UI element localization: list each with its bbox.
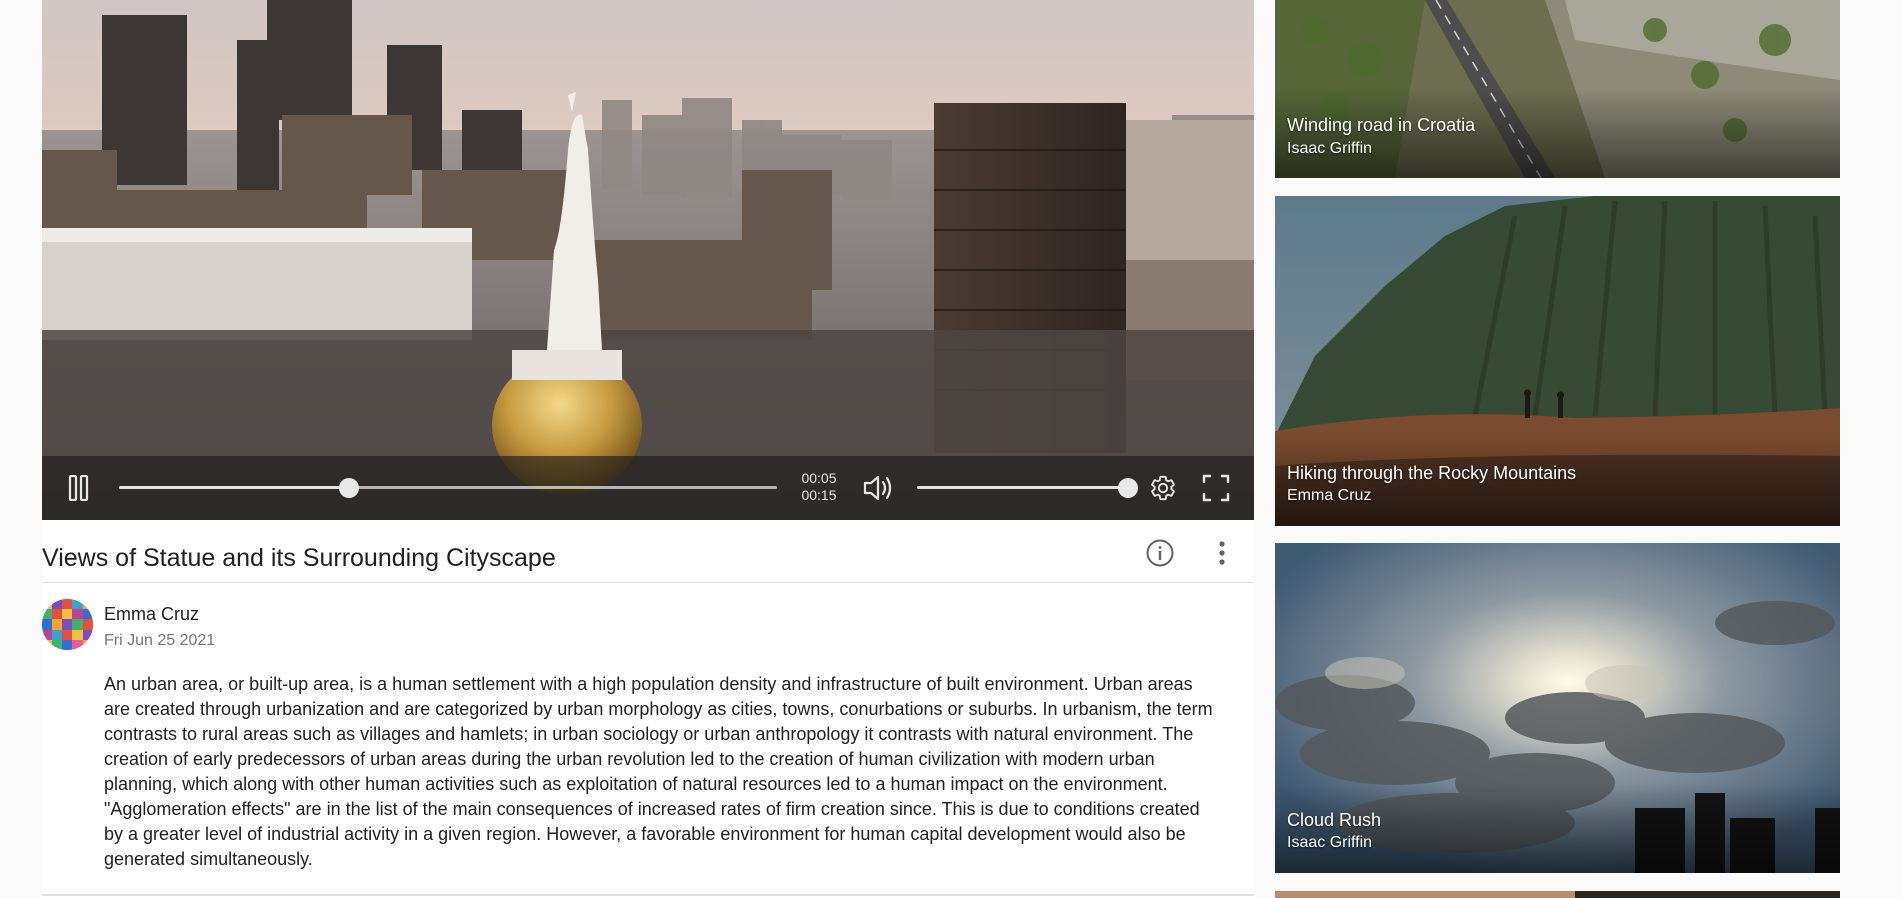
page: 00:05 00:15 Views of Statue and its Surr… [0,0,1901,898]
more-options-button[interactable] [1205,536,1239,570]
divider [42,894,1254,896]
related-video-card[interactable]: Cloud Rush Isaac Griffin [1275,543,1840,873]
info-button[interactable] [1143,536,1177,570]
pause-button[interactable] [64,473,94,503]
gear-icon [1151,475,1175,501]
card-author: Emma Cruz [1287,487,1372,504]
avatar[interactable] [42,599,93,650]
volume-button[interactable] [860,470,896,506]
card-author: Isaac Griffin [1287,834,1373,851]
more-vert-icon [1219,541,1225,565]
volume-thumb[interactable] [1118,477,1138,498]
post-date: Fri Jun 25 2021 [104,632,216,649]
pause-icon [68,475,89,501]
volume-slider[interactable] [917,477,1138,498]
author-name[interactable]: Emma Cruz [104,604,199,625]
main-column: 00:05 00:15 Views of Statue and its Surr… [42,0,1254,898]
time-total: 00:15 [801,487,837,503]
volume-fill [917,486,1128,489]
video-description: An urban area, or built-up area, is a hu… [104,674,1213,869]
card-title: Winding road in Croatia [1287,115,1476,135]
settings-button[interactable] [1146,471,1180,505]
card-title: Hiking through the Rocky Mountains [1287,463,1577,483]
video-title: Views of Statue and its Surrounding City… [42,544,556,572]
video-title-row: Views of Statue and its Surrounding City… [42,520,1254,583]
video-player[interactable]: 00:05 00:15 [42,0,1254,520]
card-title: Cloud Rush [1287,810,1382,830]
card-author: Isaac Griffin [1287,140,1373,157]
avatar-image [42,599,93,650]
time-elapsed: 00:05 [801,470,837,486]
progress-bar[interactable] [119,477,777,498]
video-frame [42,0,1254,520]
video-controls: 00:05 00:15 [42,456,1254,520]
info-icon [1146,539,1174,567]
related-video-card[interactable]: Hiking through the Rocky Mountains Emma … [1275,196,1840,526]
progress-fill [119,486,350,489]
volume-icon [863,475,892,501]
related-video-card[interactable] [1275,891,1840,898]
fullscreen-icon [1202,474,1230,502]
progress-thumb[interactable] [339,477,360,498]
time-display: 00:05 00:15 [800,470,838,504]
related-video-card[interactable]: Winding road in Croatia Isaac Griffin [1275,0,1840,178]
video-thumbnail [1275,891,1840,898]
related-videos: Winding road in Croatia Isaac Griffin Hi… [1275,0,1840,898]
fullscreen-button[interactable] [1199,471,1233,505]
